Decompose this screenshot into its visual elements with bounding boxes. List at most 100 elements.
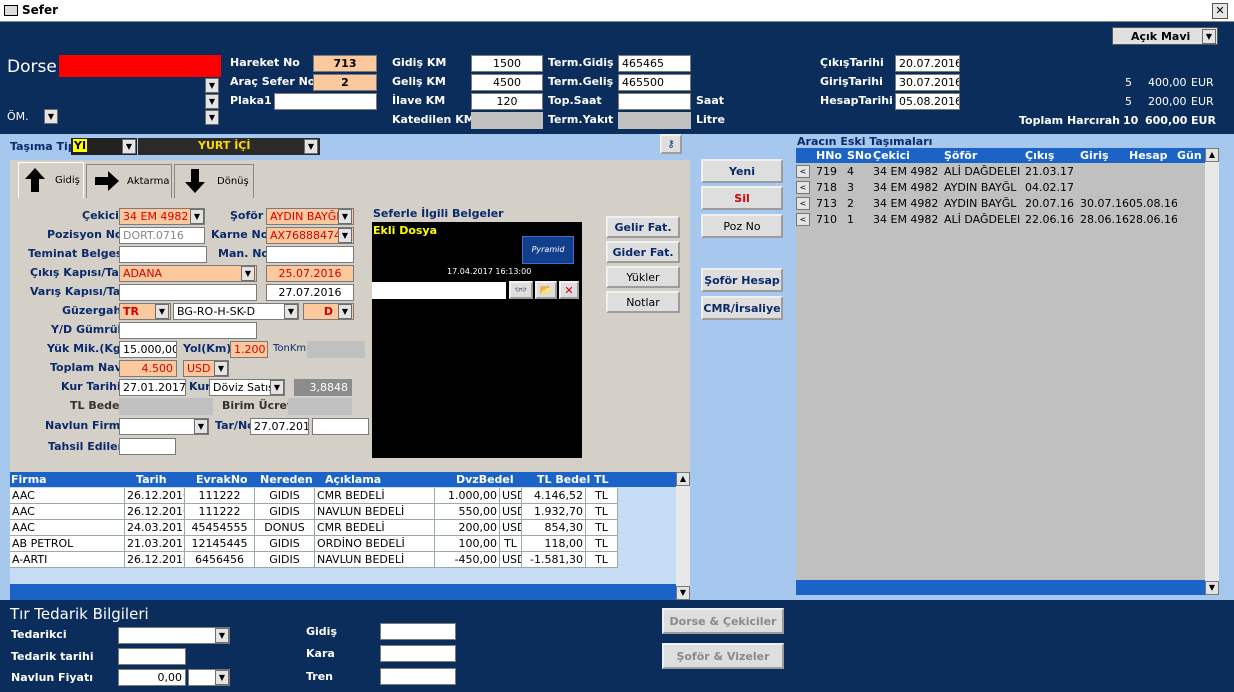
plaka1-field[interactable] [274,93,377,110]
row-select-icon[interactable]: < [796,181,810,194]
chevron-down-icon[interactable]: ▼ [215,628,229,643]
row-select-icon[interactable]: < [796,165,810,178]
hareket-no-field[interactable]: 713 [313,55,377,72]
tasima-type-select[interactable]: YURT İÇİ ▼ [138,138,320,155]
col-nereden: Nereden [260,473,313,486]
row-select-icon[interactable]: < [796,213,810,226]
kara-field[interactable] [380,645,456,662]
hesap-tarihi-field[interactable]: 05.08.2016 [895,93,960,110]
poz-no-button[interactable]: Poz No [701,214,783,238]
tar-no-date-field[interactable]: 27.07.2016 [250,418,309,435]
chevron-down-icon[interactable]: ▼ [155,304,169,319]
chevron-down-icon[interactable]: ▼ [205,94,219,109]
hareket-no-label: Hareket No [230,56,300,69]
yd-gumruk-field[interactable] [119,322,257,339]
yeni-button[interactable]: Yeni [701,159,783,183]
notlar-button[interactable]: Notlar [606,291,680,313]
chevron-down-icon[interactable]: ▼ [241,266,255,281]
cikis-tar-field[interactable]: 25.07.2016 [266,265,354,282]
history-scrollbar[interactable]: ▲ ▼ [1205,148,1219,595]
table-row[interactable]: AAC 26.12.2016 111222 GIDIS CMR BEDELİ 1.000,… [10,488,618,504]
yukler-button[interactable]: Yükler [606,266,680,288]
guzergah-route-field[interactable]: BG-RO-H-SK-D [173,303,299,320]
key-button[interactable]: ⚷ [660,134,682,154]
chevron-down-icon[interactable]: ▼ [215,670,229,685]
gidis-km-field[interactable]: 1500 [471,55,543,72]
pozisyon-field[interactable]: DORT.0716 [119,227,205,244]
chevron-down-icon[interactable]: ▼ [194,419,208,434]
tasima-code-select[interactable]: YI ▼ [71,138,137,155]
view-doc-button[interactable]: 👓 [509,281,533,299]
cikis-kapisi-field[interactable]: ADANA [119,265,257,282]
term-gelis-field[interactable]: 465500 [618,74,691,91]
doc-name-field[interactable] [372,282,506,299]
yuk-field[interactable]: 15.000,00 [119,341,177,358]
chevron-down-icon[interactable]: ▼ [205,110,219,125]
table-row[interactable]: AB PETROL 21.03.2017 12145445 GIDIS ORDİNO B… [10,536,618,552]
tedarik-tarihi-field[interactable] [118,648,186,665]
chevron-down-icon[interactable]: ▼ [338,209,352,224]
varis-kapisi-field[interactable] [119,284,257,301]
table-row[interactable]: AAC 24.03.2017 45454555 DONUS CMR BEDELİ 200,… [10,520,618,536]
chevron-down-icon[interactable]: ▼ [190,209,204,224]
docs-viewer[interactable]: Ekli Dosya Pyramid 17.04.2017 16:13:00 👓… [372,222,582,458]
delete-icon: ✕ [564,283,574,297]
navlun-fiyati-field[interactable]: 0,00 [118,669,186,686]
gelir-fat-button[interactable]: Gelir Fat. [606,216,680,238]
scroll-down-icon[interactable]: ▼ [1205,581,1219,595]
chevron-down-icon[interactable]: ▼ [270,380,284,395]
list-item[interactable]: <710 1 34 EM 4982 ALİ DAĞDELEI 22.06.16 28.06… [796,212,1205,228]
arac-sefer-no-field[interactable]: 2 [313,74,377,91]
sofor-hesap-button[interactable]: Şoför Hesap [701,268,783,292]
delete-doc-button[interactable]: ✕ [559,281,579,299]
tedarikci-select[interactable] [118,627,230,644]
close-button[interactable]: ✕ [1212,3,1228,19]
tahsil-edilen-field[interactable] [119,438,176,455]
chevron-down-icon[interactable]: ▼ [304,139,318,154]
sil-button[interactable]: Sil [701,186,783,210]
tab-gidis[interactable]: Gidiş [18,162,84,198]
row-select-icon[interactable]: < [796,197,810,210]
gelis-km-field[interactable]: 4500 [471,74,543,91]
kur-tarihi-field[interactable]: 27.01.2017 [119,379,186,396]
teminat-field[interactable] [119,246,207,263]
open-doc-button[interactable]: 📂 [535,281,557,299]
table-row[interactable]: A-ARTI 26.12.2016 6456456 GIDIS NAVLUN BEDEL… [10,552,618,568]
expenses-scrollbar[interactable]: ▲ ▼ [676,472,690,600]
ilave-km-field[interactable]: 120 [471,93,543,110]
gidis-field[interactable] [380,623,456,640]
cikis-tarihi-field[interactable]: 20.07.2016 [895,55,960,72]
sofor-vizeler-button[interactable]: Şoför & Vizeler [662,643,784,669]
gider-fat-button[interactable]: Gider Fat. [606,241,680,263]
scroll-down-icon[interactable]: ▼ [676,586,690,600]
man-no-field[interactable] [266,246,354,263]
chevron-down-icon[interactable]: ▼ [205,78,219,93]
cmr-irsaliye-button[interactable]: CMR/İrsaliye [701,296,783,320]
chevron-down-icon[interactable]: ▼ [214,361,228,376]
tar-no-number-field[interactable] [312,418,369,435]
theme-select[interactable]: Açık Mavi ▼ [1112,27,1218,45]
chevron-down-icon[interactable]: ▼ [284,304,298,319]
toplam-nav-field[interactable]: 4.500 [119,360,177,377]
tab-donus[interactable]: Dönüş [174,164,254,198]
chevron-down-icon[interactable]: ▼ [338,228,352,243]
varis-tar-field[interactable]: 27.07.2016 [266,284,354,301]
term-gidis-field[interactable]: 465465 [618,55,691,72]
chevron-down-icon[interactable]: ▼ [122,139,136,154]
tab-aktarma[interactable]: Aktarma [86,164,172,198]
scroll-up-icon[interactable]: ▲ [676,472,690,486]
tren-field[interactable] [380,668,456,685]
dorse-cekiciler-button[interactable]: Dorse & Çekiciler [662,608,784,634]
dorse-field[interactable] [59,55,221,77]
om-dropdown[interactable]: ▼ [44,109,58,124]
top-saat-field[interactable] [618,93,691,110]
list-item[interactable]: <713 2 34 EM 4982 AYDIN BAYĞL 20.07.16 30.07.… [796,196,1205,212]
chevron-down-icon[interactable]: ▼ [1202,29,1216,44]
chevron-down-icon[interactable]: ▼ [338,304,352,319]
list-item[interactable]: <718 3 34 EM 4982 AYDIN BAYĞL 04.02.17 [796,180,1205,196]
scroll-up-icon[interactable]: ▲ [1205,148,1219,162]
yol-field[interactable]: 1.200 [230,341,268,358]
table-row[interactable]: AAC 26.12.2016 111222 GIDIS NAVLUN BEDELİ 550… [10,504,618,520]
giris-tarihi-field[interactable]: 30.07.2016 [895,74,960,91]
list-item[interactable]: <719 4 34 EM 4982 ALİ DAĞDELEI 21.03.17 [796,164,1205,180]
